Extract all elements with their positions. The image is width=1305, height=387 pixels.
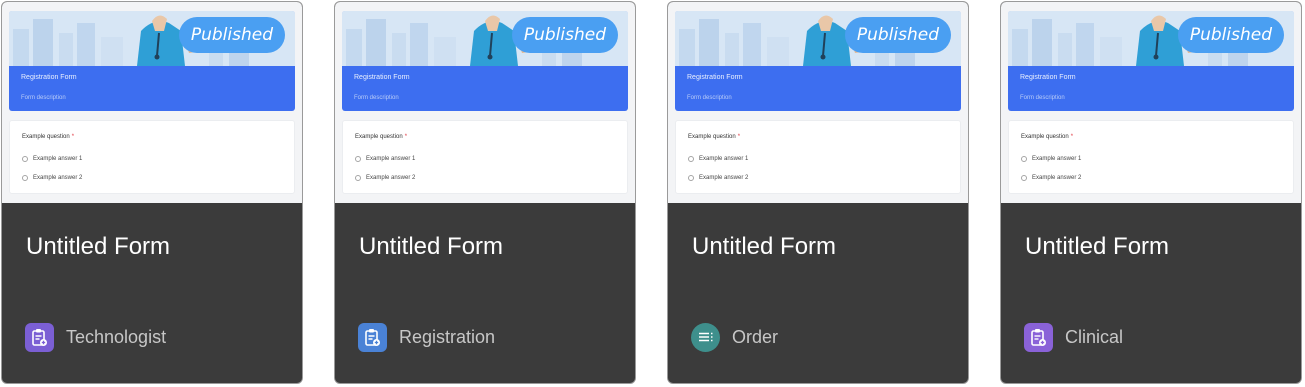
- form-type-label: Technologist: [66, 326, 167, 347]
- option-label: Example answer 1: [699, 155, 749, 162]
- form-card[interactable]: Published Registration Form Form descrip…: [334, 1, 636, 384]
- form-preview: Published Registration Form Form descrip…: [335, 2, 635, 203]
- banner-title: Registration Form: [687, 74, 743, 81]
- option-label: Example answer 1: [366, 155, 416, 162]
- card-title: Untitled Form: [26, 233, 171, 260]
- required-marker: *: [404, 134, 408, 140]
- clipboard-icon: [25, 322, 54, 352]
- form-card[interactable]: Published Registration Form Form descrip…: [1000, 1, 1302, 384]
- option-row: Example answer 1: [22, 154, 82, 163]
- banner-description: Form description: [354, 95, 399, 101]
- form-card[interactable]: Published Registration Form Form descrip…: [1, 1, 303, 384]
- card-title: Untitled Form: [692, 233, 837, 260]
- list-icon: [691, 322, 720, 352]
- question-box: Example question * Example answer 1 Examp…: [675, 120, 961, 194]
- form-banner: Published Registration Form Form descrip…: [1008, 11, 1294, 111]
- required-marker: *: [737, 134, 741, 140]
- radio-icon: [1021, 174, 1027, 181]
- form-banner: Published Registration Form Form descrip…: [675, 11, 961, 111]
- card-footer: Registration: [358, 322, 495, 352]
- card-footer: Technologist: [25, 322, 166, 352]
- option-row: Example answer 1: [355, 154, 415, 163]
- clipboard-icon: [1024, 322, 1053, 352]
- card-title: Untitled Form: [359, 233, 504, 260]
- option-row: Example answer 2: [688, 173, 748, 182]
- form-card[interactable]: Published Registration Form Form descrip…: [667, 1, 969, 384]
- question-label: Example question *: [22, 134, 75, 140]
- question-label: Example question *: [355, 134, 408, 140]
- published-badge: Published: [844, 17, 951, 53]
- form-banner: Published Registration Form Form descrip…: [9, 11, 295, 111]
- published-badge: Published: [511, 17, 618, 53]
- option-label: Example answer 1: [33, 155, 83, 162]
- option-row: Example answer 2: [22, 173, 82, 182]
- form-type-label: Order: [732, 326, 779, 347]
- option-row: Example answer 1: [1021, 154, 1081, 163]
- form-type-label: Registration: [399, 326, 496, 347]
- form-preview: Published Registration Form Form descrip…: [2, 2, 302, 203]
- option-label: Example answer 1: [1032, 155, 1082, 162]
- form-type-label: Clinical: [1065, 326, 1124, 347]
- question-box: Example question * Example answer 1 Examp…: [342, 120, 628, 194]
- question-label: Example question *: [1021, 134, 1074, 140]
- card-footer: Clinical: [1024, 322, 1123, 352]
- required-marker: *: [71, 134, 75, 140]
- option-label: Example answer 2: [1032, 174, 1082, 181]
- clipboard-icon: [358, 322, 387, 352]
- published-badge: Published: [178, 17, 285, 53]
- radio-icon: [688, 174, 694, 181]
- form-banner: Published Registration Form Form descrip…: [342, 11, 628, 111]
- card-title: Untitled Form: [1025, 233, 1170, 260]
- question-label: Example question *: [688, 134, 741, 140]
- question-box: Example question * Example answer 1 Examp…: [9, 120, 295, 194]
- banner-title: Registration Form: [354, 74, 410, 81]
- option-label: Example answer 2: [366, 174, 416, 181]
- option-label: Example answer 2: [33, 174, 83, 181]
- banner-description: Form description: [21, 95, 66, 101]
- form-card-grid: Published Registration Form Form descrip…: [0, 0, 1305, 387]
- option-row: Example answer 2: [1021, 173, 1081, 182]
- banner-title: Registration Form: [1020, 74, 1076, 81]
- radio-icon: [22, 155, 28, 162]
- radio-icon: [688, 155, 694, 162]
- form-preview: Published Registration Form Form descrip…: [668, 2, 968, 203]
- required-marker: *: [1070, 134, 1074, 140]
- banner-title: Registration Form: [21, 74, 77, 81]
- question-box: Example question * Example answer 1 Examp…: [1008, 120, 1294, 194]
- option-row: Example answer 1: [688, 154, 748, 163]
- banner-description: Form description: [1020, 95, 1065, 101]
- radio-icon: [355, 174, 361, 181]
- card-footer: Order: [691, 322, 778, 352]
- published-badge: Published: [1177, 17, 1284, 53]
- radio-icon: [355, 155, 361, 162]
- banner-description: Form description: [687, 95, 732, 101]
- option-label: Example answer 2: [699, 174, 749, 181]
- radio-icon: [22, 174, 28, 181]
- option-row: Example answer 2: [355, 173, 415, 182]
- radio-icon: [1021, 155, 1027, 162]
- form-preview: Published Registration Form Form descrip…: [1001, 2, 1301, 203]
